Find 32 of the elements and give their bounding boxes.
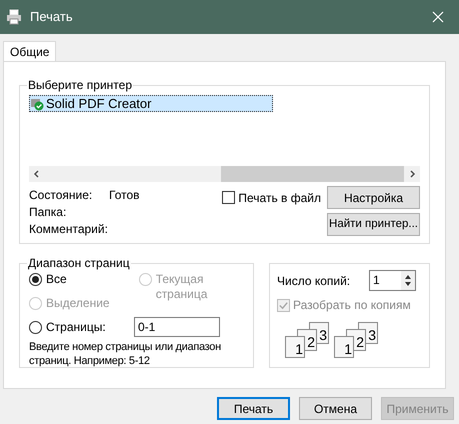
status-label: Комментарий:: [29, 221, 109, 235]
checkbox-label: Печать в файл: [238, 190, 321, 206]
copies-label: Число копий:: [277, 272, 352, 290]
printer-check-icon: [30, 96, 44, 110]
dialog-button[interactable]: Печать: [217, 397, 290, 420]
scrollbar-thumb[interactable]: [221, 166, 404, 182]
radio-button[interactable]: [29, 320, 42, 334]
radio-label: Выделение: [46, 296, 110, 311]
status-label: Папка:: [29, 204, 68, 218]
find-printer-button[interactable]: Найти принтер...: [327, 213, 420, 236]
spin-arrows-icon[interactable]: [401, 271, 415, 290]
checkbox[interactable]: [222, 191, 236, 204]
horizontal-scrollbar[interactable]: [29, 166, 420, 182]
radio-label: Страницы:: [46, 320, 106, 334]
group-title: Выберите принтер: [27, 77, 133, 94]
checkbox-label: Разобрать по копиям: [293, 297, 411, 314]
printer-icon: [6, 9, 22, 25]
close-icon: [432, 11, 444, 23]
radio-button[interactable]: [29, 273, 42, 286]
status-label: Состояние:: [29, 187, 94, 201]
tab[interactable]: Общие: [3, 41, 56, 61]
hint-text: Введите номер страницы или диапазон страниц. Например: 5-12: [29, 340, 222, 368]
status-value: Готов: [109, 187, 140, 201]
copies-spinner[interactable]: 1: [369, 270, 416, 291]
window-title: Печать: [30, 8, 73, 26]
radio-label: Все: [46, 272, 67, 287]
dialog-button[interactable]: Отмена: [299, 397, 372, 420]
radio-label: Текущая страница: [156, 272, 208, 302]
settings-button[interactable]: Настройка: [327, 186, 420, 209]
printer-item[interactable]: Solid PDF Creator: [29, 95, 273, 112]
pages-field[interactable]: 0-1: [134, 317, 220, 337]
group-title: Диапазон страниц: [27, 255, 131, 272]
